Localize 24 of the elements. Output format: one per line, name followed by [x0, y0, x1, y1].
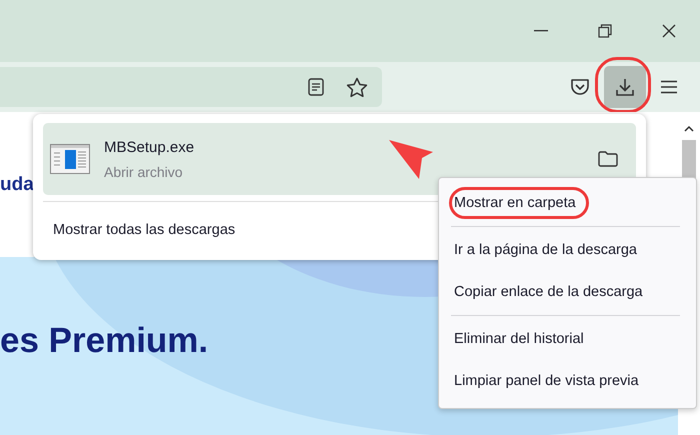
close-icon[interactable]	[662, 24, 676, 38]
menu-item[interactable]: Eliminar del historial	[449, 323, 597, 355]
folder-icon[interactable]	[598, 151, 618, 167]
menu-item[interactable]: Mostrar en carpeta	[449, 187, 589, 219]
menu-icon[interactable]	[660, 80, 678, 94]
reader-view-icon[interactable]	[308, 78, 324, 96]
restore-icon[interactable]	[598, 24, 612, 38]
downloads-button[interactable]	[604, 66, 646, 108]
download-item[interactable]: MBSetup.exe Abrir archivo	[43, 123, 636, 195]
menu-item[interactable]: Copiar enlace de la descarga	[449, 276, 656, 308]
pocket-icon[interactable]	[570, 78, 590, 96]
star-icon[interactable]	[346, 76, 368, 98]
download-icon	[615, 77, 635, 97]
menu-item[interactable]: Limpiar panel de vista previa	[449, 365, 652, 397]
file-name: MBSetup.exe	[104, 138, 196, 156]
annotation-arrow	[388, 138, 434, 180]
menu-item[interactable]: Ir a la página de la descarga	[449, 234, 650, 266]
download-status: Abrir archivo	[104, 164, 184, 180]
page-headline: es Premium.	[0, 321, 208, 361]
scroll-up-icon[interactable]	[684, 125, 694, 132]
executable-file-icon	[50, 144, 90, 174]
minimize-icon[interactable]	[534, 30, 548, 32]
page-heading-fragment: uda	[0, 174, 34, 196]
show-all-downloads-link[interactable]: Mostrar todas las descargas	[53, 222, 236, 238]
